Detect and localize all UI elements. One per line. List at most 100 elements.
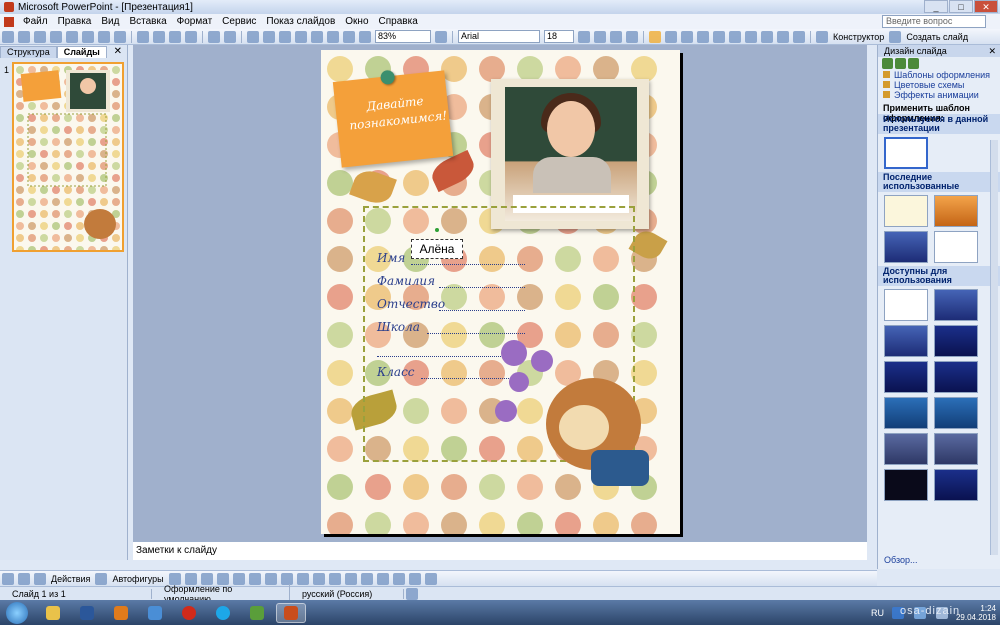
start-button[interactable]	[6, 601, 28, 624]
minimize-button[interactable]: _	[924, 0, 948, 13]
preview-icon[interactable]	[98, 30, 110, 43]
link-color-schemes[interactable]: Цветовые схемы	[878, 80, 1000, 90]
italic-icon[interactable]	[594, 30, 606, 43]
increase-font-icon[interactable]	[729, 30, 741, 43]
view-sorter-icon[interactable]	[18, 572, 30, 585]
select-objects-icon[interactable]	[95, 572, 108, 585]
decrease-indent-icon[interactable]	[761, 30, 773, 43]
document-icon[interactable]	[4, 16, 14, 27]
new-slide-button[interactable]: Создать слайд	[906, 32, 968, 42]
new-slide-icon[interactable]	[889, 30, 902, 43]
paste-icon[interactable]	[169, 30, 181, 43]
align-center-icon[interactable]	[665, 30, 677, 43]
task-pane-close-icon[interactable]: ✕	[988, 45, 996, 57]
view-slideshow-icon[interactable]	[34, 572, 46, 585]
taskbar-explorer[interactable]	[38, 603, 68, 623]
shadow-style-icon[interactable]	[408, 572, 421, 585]
align-right-icon[interactable]	[681, 30, 693, 43]
view-normal-icon[interactable]	[2, 572, 14, 585]
menu-tools[interactable]: Сервис	[217, 16, 261, 27]
font-color-icon[interactable]	[344, 572, 357, 585]
template-available-5[interactable]	[884, 361, 928, 393]
copy-icon[interactable]	[153, 30, 165, 43]
line-color-icon[interactable]	[328, 572, 341, 585]
table-icon[interactable]	[263, 30, 275, 43]
help-search-input[interactable]: Введите вопрос	[882, 15, 986, 28]
dash-style-icon[interactable]	[376, 572, 389, 585]
permission-icon[interactable]	[50, 30, 62, 43]
undo-icon[interactable]	[208, 30, 220, 43]
shadow-icon[interactable]	[626, 30, 638, 43]
decrease-font-icon[interactable]	[745, 30, 757, 43]
bold-icon[interactable]	[578, 30, 590, 43]
menu-view[interactable]: Вид	[96, 16, 124, 27]
template-default[interactable]	[884, 137, 928, 169]
menu-help[interactable]: Справка	[374, 16, 423, 27]
task-pane-scrollbar[interactable]	[990, 140, 998, 555]
underline-icon[interactable]	[610, 30, 622, 43]
chart-icon[interactable]	[247, 30, 259, 43]
tab-slides[interactable]: Слайды	[56, 46, 107, 58]
menu-file[interactable]: Файл	[18, 16, 53, 27]
expand-all-icon[interactable]	[311, 30, 323, 43]
taskbar-word[interactable]	[72, 603, 102, 623]
template-available-12[interactable]	[934, 469, 978, 501]
close-button[interactable]: ✕	[974, 0, 998, 13]
designer-icon[interactable]	[816, 30, 828, 43]
print-icon[interactable]	[82, 30, 94, 43]
font-size-select[interactable]: 18	[544, 30, 574, 43]
spelling-icon[interactable]	[114, 30, 126, 43]
rotation-handle[interactable]	[435, 228, 439, 232]
template-recent-4[interactable]	[934, 231, 978, 263]
template-available-9[interactable]	[884, 433, 928, 465]
help-icon[interactable]	[435, 30, 447, 43]
notes-pane[interactable]: Заметки к слайду	[133, 541, 867, 560]
email-icon[interactable]	[66, 30, 78, 43]
show-formatting-icon[interactable]	[327, 30, 339, 43]
name-textbox[interactable]: Алёна	[411, 239, 463, 259]
template-available-3[interactable]	[884, 325, 928, 357]
font-select[interactable]: Arial	[458, 30, 540, 43]
tab-structure[interactable]: Структура	[0, 46, 57, 58]
picture-icon[interactable]	[296, 572, 309, 585]
menu-insert[interactable]: Вставка	[124, 16, 171, 27]
taskbar-audio[interactable]	[140, 603, 170, 623]
menu-edit[interactable]: Правка	[53, 16, 97, 27]
taskbar-powerpoint[interactable]	[276, 602, 306, 623]
fill-color-icon[interactable]	[312, 572, 325, 585]
3d-style-icon[interactable]	[424, 572, 437, 585]
slide[interactable]: Давайте познакомимся! Имя Фамилия Отчест…	[321, 50, 680, 534]
template-available-8[interactable]	[934, 397, 978, 429]
color-grayscale-icon[interactable]	[359, 30, 371, 43]
home-icon[interactable]	[908, 58, 919, 69]
taskbar-skype[interactable]	[208, 603, 238, 623]
menu-slideshow[interactable]: Показ слайдов	[261, 16, 340, 27]
template-available-2[interactable]	[934, 289, 978, 321]
panel-close-icon[interactable]: ✕	[114, 46, 122, 58]
link-animation-schemes[interactable]: Эффекты анимации	[878, 90, 1000, 100]
browse-link[interactable]: Обзор...	[884, 555, 918, 565]
line-style-icon[interactable]	[360, 572, 373, 585]
taskbar-opera[interactable]	[174, 603, 204, 623]
bullets-icon[interactable]	[713, 30, 725, 43]
template-recent-2[interactable]	[934, 195, 978, 227]
taskbar-publisher[interactable]	[242, 603, 272, 623]
cut-icon[interactable]	[137, 30, 149, 43]
tables-borders-icon[interactable]	[279, 30, 291, 43]
open-icon[interactable]	[18, 30, 30, 43]
template-available-4[interactable]	[934, 325, 978, 357]
grid-icon[interactable]	[343, 30, 355, 43]
menu-format[interactable]: Формат	[172, 16, 218, 27]
language-indicator[interactable]: RU	[871, 608, 884, 618]
maximize-button[interactable]: □	[949, 0, 973, 13]
format-painter-icon[interactable]	[185, 30, 197, 43]
increase-indent-icon[interactable]	[777, 30, 789, 43]
taskbar-media[interactable]	[106, 603, 136, 623]
template-available-10[interactable]	[934, 433, 978, 465]
zoom-select[interactable]: 83%	[375, 30, 431, 43]
back-icon[interactable]	[882, 58, 893, 69]
hyperlink-icon[interactable]	[295, 30, 307, 43]
link-design-templates[interactable]: Шаблоны оформления	[878, 70, 1000, 80]
menu-window[interactable]: Окно	[340, 16, 373, 27]
template-available-11[interactable]	[884, 469, 928, 501]
